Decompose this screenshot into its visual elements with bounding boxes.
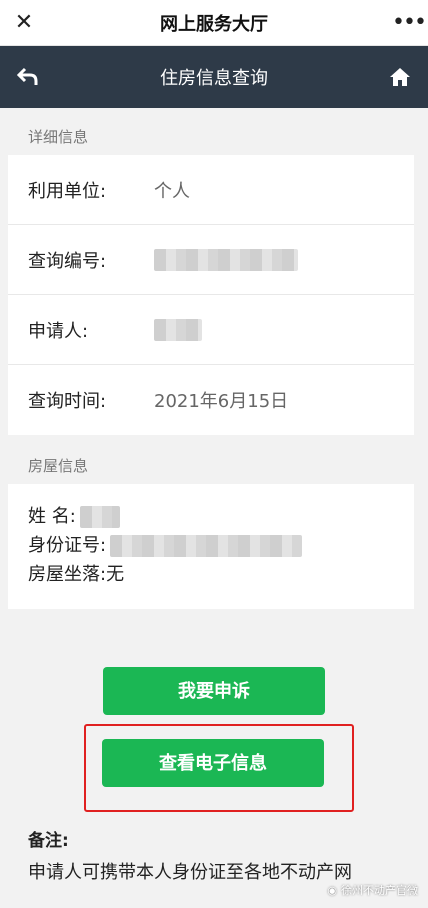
home-icon[interactable] xyxy=(388,65,412,89)
detail-label: 查询编号: xyxy=(28,250,107,272)
house-id-line: 身份证号: xyxy=(28,531,394,560)
detail-row-applicant: 申请人: xyxy=(8,295,414,365)
appeal-button[interactable]: 我要申诉 xyxy=(103,667,325,715)
house-name-line: 姓 名: xyxy=(28,502,394,531)
more-icon[interactable]: ••• xyxy=(392,10,427,35)
view-electronic-info-button[interactable]: 查看电子信息 xyxy=(102,739,324,787)
app-top-bar: ✕ 网上服务大厅 ••• xyxy=(0,0,428,46)
redacted-value xyxy=(154,248,298,271)
details-section-label: 详细信息 xyxy=(28,128,89,146)
app-title: 网上服务大厅 xyxy=(160,13,268,35)
redacted-value xyxy=(79,505,120,528)
detail-value: 2021年6月15日 xyxy=(154,391,289,412)
nav-bar: 住房信息查询 xyxy=(0,46,428,108)
detail-row-query-time: 查询时间: 2021年6月15日 xyxy=(8,365,414,435)
house-name-label: 姓 名: xyxy=(28,506,76,527)
remark-title: 备注: xyxy=(28,831,69,851)
back-icon[interactable] xyxy=(16,65,40,89)
house-location-value: 无 xyxy=(106,564,125,585)
remark-section: 备注: 申请人可携带本人身份证至各地不动产网 xyxy=(28,826,408,889)
detail-label: 申请人: xyxy=(28,320,89,342)
house-id-label: 身份证号: xyxy=(28,535,107,556)
detail-row-unit: 利用单位: 个人 xyxy=(8,155,414,225)
page-title: 住房信息查询 xyxy=(160,68,268,89)
detail-label: 利用单位: xyxy=(28,180,107,202)
redacted-value xyxy=(154,318,202,341)
redacted-value xyxy=(110,534,303,557)
watermark: ◉ 徐州不动产官微 xyxy=(327,882,418,898)
house-card: 姓 名: 身份证号: 房屋坐落: 无 xyxy=(8,484,414,609)
details-card: 利用单位: 个人 查询编号: 申请人: 查询时间: 2021年6月15日 xyxy=(8,155,414,435)
house-section-label: 房屋信息 xyxy=(28,457,89,475)
wechat-icon: ◉ xyxy=(327,883,337,897)
house-location-label: 房屋坐落: xyxy=(28,564,107,585)
detail-row-query-number: 查询编号: xyxy=(8,225,414,295)
detail-label: 查询时间: xyxy=(28,391,107,412)
detail-value: 个人 xyxy=(154,180,190,202)
close-icon[interactable]: ✕ xyxy=(12,10,36,35)
house-location-line: 房屋坐落: 无 xyxy=(28,560,394,589)
watermark-text: 徐州不动产官微 xyxy=(341,884,418,897)
